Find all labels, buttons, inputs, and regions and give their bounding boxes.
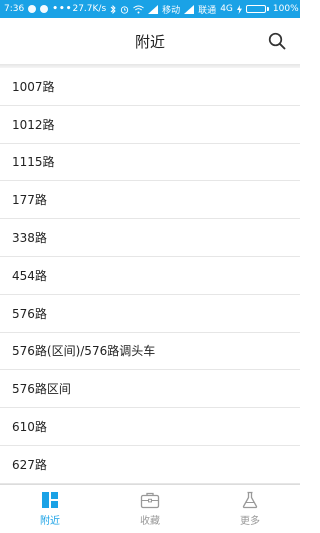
signal-icon — [148, 4, 159, 14]
network-type: 4G — [220, 4, 233, 14]
tab-label: 更多 — [240, 516, 260, 527]
route-name: 454路 — [12, 268, 47, 283]
charging-icon — [236, 4, 242, 14]
status-bar: 7:36 ••• 27.7K/s 移动 联通 4G 100% — [0, 0, 300, 18]
route-list[interactable]: 1007路 1012路 1115路 177路 338路 454路 576路 57… — [0, 68, 300, 484]
network-speed: 27.7K/s — [72, 4, 107, 14]
nearby-icon — [42, 492, 58, 508]
route-item[interactable]: 177路 — [0, 181, 300, 220]
carrier-2: 联通 — [198, 5, 217, 16]
shield-icon — [28, 5, 37, 13]
route-item[interactable]: 576路(区间)/576路调头车 — [0, 333, 300, 371]
route-name: 576路(区间)/576路调头车 — [12, 344, 156, 359]
briefcase-icon — [140, 492, 160, 509]
route-item[interactable]: 610路 — [0, 408, 300, 446]
route-name: 1012路 — [12, 117, 55, 132]
route-name: 1007路 — [12, 79, 55, 94]
bluetooth-icon — [110, 4, 116, 14]
flask-icon — [242, 491, 258, 509]
route-name: 177路 — [12, 193, 47, 208]
tab-nearby[interactable]: 附近 — [0, 485, 100, 533]
carrier-1: 移动 — [162, 5, 181, 16]
route-name: 338路 — [12, 231, 47, 246]
route-item[interactable]: 627路 — [0, 446, 300, 484]
page-title: 附近 — [134, 32, 165, 51]
app-bar: 附近 — [0, 18, 300, 64]
route-item[interactable]: 454路 — [0, 257, 300, 295]
route-item[interactable]: 576路 — [0, 295, 300, 333]
route-item[interactable]: 1115路 — [0, 144, 300, 182]
more-notifications-icon: ••• — [52, 4, 73, 14]
wifi-icon — [133, 5, 144, 14]
battery-level: 100% — [272, 4, 299, 14]
notification-icon — [40, 5, 49, 13]
tab-more[interactable]: 更多 — [200, 485, 300, 533]
tab-favorites[interactable]: 收藏 — [100, 485, 200, 533]
status-time: 7:36 — [4, 4, 25, 14]
route-item[interactable]: 1007路 — [0, 68, 300, 106]
bottom-tab-bar: 附近 收藏 更多 — [0, 484, 300, 533]
route-name: 627路 — [12, 457, 47, 472]
tab-label: 收藏 — [140, 516, 160, 527]
route-name: 610路 — [12, 420, 47, 435]
route-name: 1115路 — [12, 155, 55, 170]
battery-icon — [245, 5, 269, 13]
route-name: 576路区间 — [12, 382, 71, 397]
route-item[interactable]: 338路 — [0, 219, 300, 257]
signal-icon — [184, 4, 195, 14]
search-icon — [268, 32, 286, 50]
search-button[interactable] — [266, 30, 288, 52]
route-item[interactable]: 576路区间 — [0, 370, 300, 409]
tab-label: 附近 — [40, 516, 60, 527]
alarm-icon — [120, 5, 129, 14]
route-item[interactable]: 1012路 — [0, 106, 300, 144]
route-name: 576路 — [12, 306, 47, 321]
